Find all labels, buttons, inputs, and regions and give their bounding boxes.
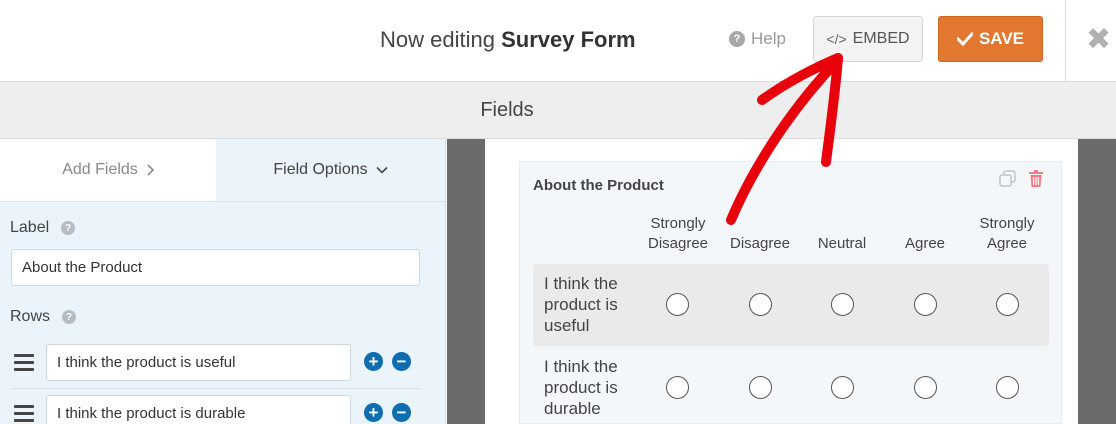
row-label-line: useful bbox=[544, 316, 590, 335]
radio-button[interactable] bbox=[996, 376, 1019, 399]
radio-button[interactable] bbox=[831, 376, 854, 399]
top-bar: Now editing Survey Form ? Help </> EMBED… bbox=[0, 0, 1116, 82]
fields-title: Fields bbox=[480, 99, 534, 121]
help-link[interactable]: ? Help bbox=[729, 29, 786, 49]
embed-button[interactable]: </> EMBED bbox=[813, 16, 923, 62]
radio-button[interactable] bbox=[749, 376, 772, 399]
radio-button[interactable] bbox=[666, 376, 689, 399]
label-caption: Label bbox=[10, 219, 50, 236]
column-header: Strongly Disagree bbox=[638, 214, 718, 254]
column-header-line: Strongly bbox=[650, 215, 706, 232]
add-row-icon[interactable]: + bbox=[364, 352, 383, 371]
checkmark-icon bbox=[956, 32, 973, 46]
likert-row-label: I think the product is durable bbox=[544, 356, 654, 419]
save-button[interactable]: SAVE bbox=[938, 16, 1043, 62]
remove-row-icon[interactable]: − bbox=[392, 403, 411, 422]
tab-add-fields[interactable]: Add Fields bbox=[0, 139, 216, 201]
close-icon[interactable]: ✖ bbox=[1086, 22, 1111, 58]
row-label-line: product is bbox=[544, 378, 618, 397]
save-label: SAVE bbox=[978, 29, 1025, 48]
radio-button[interactable] bbox=[914, 293, 937, 316]
likert-row-label: I think the product is useful bbox=[544, 273, 654, 336]
chevron-right-icon bbox=[147, 164, 154, 176]
radio-button[interactable] bbox=[996, 293, 1019, 316]
chevron-down-icon bbox=[376, 166, 388, 174]
tab-field-options-label: Field Options bbox=[273, 161, 368, 178]
panel-tabs: Add Fields Field Options bbox=[0, 139, 445, 202]
drag-handle-icon[interactable] bbox=[14, 405, 34, 424]
help-label: Help bbox=[751, 29, 786, 48]
column-header: Strongly Agree bbox=[967, 214, 1047, 254]
fields-header: Fields bbox=[0, 82, 1116, 139]
column-header-line: Agree bbox=[986, 235, 1028, 252]
tab-field-options[interactable]: Field Options bbox=[216, 139, 445, 201]
field-title: About the Product bbox=[533, 177, 664, 194]
radio-button[interactable] bbox=[749, 293, 772, 316]
column-header: Neutral bbox=[817, 235, 867, 252]
drag-handle-icon[interactable] bbox=[14, 354, 34, 375]
page-title: Now editing Survey Form bbox=[380, 27, 636, 53]
code-icon: </> bbox=[826, 31, 847, 47]
row-label-line: I think the bbox=[544, 274, 618, 293]
form-preview-canvas: About the Product Strongly Disagree Disa… bbox=[447, 139, 1116, 424]
radio-button[interactable] bbox=[666, 293, 689, 316]
row-divider bbox=[10, 388, 422, 389]
duplicate-icon[interactable] bbox=[999, 170, 1017, 188]
row-label-line: I think the bbox=[544, 357, 618, 376]
row-input[interactable]: I think the product is useful bbox=[46, 344, 351, 381]
column-header-line: Strongly bbox=[979, 215, 1035, 232]
question-circle-icon: ? bbox=[729, 31, 745, 47]
rows-caption: Rows bbox=[10, 308, 51, 325]
label-caption-row: Label ? bbox=[10, 219, 76, 237]
radio-button[interactable] bbox=[914, 376, 937, 399]
rows-help-icon[interactable]: ? bbox=[62, 310, 77, 324]
row-input[interactable]: I think the product is durable bbox=[46, 395, 351, 424]
trash-icon[interactable] bbox=[1029, 170, 1043, 187]
label-help-icon[interactable]: ? bbox=[61, 221, 76, 235]
tab-add-fields-label: Add Fields bbox=[62, 161, 138, 178]
title-prefix: Now editing bbox=[380, 27, 495, 52]
rows-caption-row: Rows ? bbox=[10, 308, 77, 326]
column-header-line: Disagree bbox=[647, 235, 709, 252]
row-label-line: product is bbox=[544, 295, 618, 314]
field-options-panel: Add Fields Field Options Label ? About t… bbox=[0, 139, 446, 424]
form-name: Survey Form bbox=[501, 27, 636, 52]
embed-label: EMBED bbox=[852, 30, 910, 47]
form-preview: About the Product Strongly Disagree Disa… bbox=[485, 139, 1078, 424]
label-input[interactable]: About the Product bbox=[11, 249, 420, 286]
add-row-icon[interactable]: + bbox=[364, 403, 383, 422]
column-header: Agree bbox=[904, 235, 946, 252]
header-divider bbox=[1065, 0, 1066, 82]
column-header: Disagree bbox=[729, 235, 791, 252]
radio-button[interactable] bbox=[831, 293, 854, 316]
likert-field[interactable]: About the Product Strongly Disagree Disa… bbox=[519, 161, 1062, 424]
row-label-line: durable bbox=[544, 399, 601, 418]
remove-row-icon[interactable]: − bbox=[392, 352, 411, 371]
